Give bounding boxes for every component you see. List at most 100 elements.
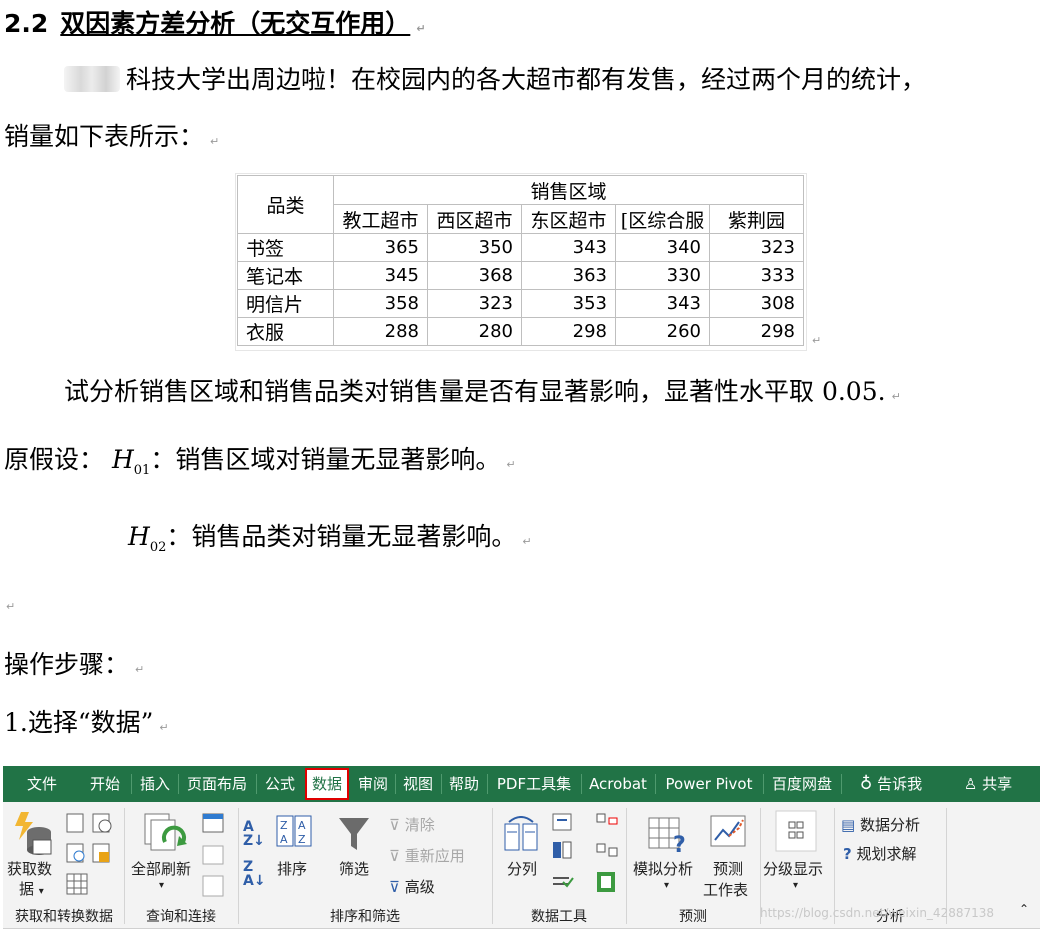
get-data-icon [15, 812, 52, 855]
clear-filter-button[interactable]: ⊽ 清除 [389, 814, 435, 835]
collapse-ribbon-icon[interactable]: ⌃ [1019, 902, 1029, 916]
solver-label: 规划求解 [856, 845, 917, 863]
tab-page-layout[interactable]: 页面布局 [180, 766, 254, 802]
chevron-down-icon[interactable]: ▾ [793, 880, 798, 891]
paragraph-mark-icon: ↵ [135, 663, 145, 676]
h-symbol: H [111, 445, 134, 474]
table-row: 明信片 358 323 353 343 308 [237, 289, 804, 318]
share-person-icon: ♙ [963, 775, 978, 793]
svg-text:Z: Z [280, 819, 288, 832]
share-label: 共享 [982, 775, 1013, 793]
tab-help[interactable]: 帮助 [443, 766, 485, 802]
paragraph-mark-icon: ↵ [159, 721, 169, 734]
table-cell: 323 [427, 289, 522, 318]
svg-text:?: ? [673, 833, 686, 854]
outline-button[interactable]: 分级显示 [763, 858, 823, 879]
row-label: 衣服 [237, 317, 334, 346]
tab-divider [178, 774, 179, 794]
table-cell: 260 [615, 317, 710, 346]
advanced-label: 高级 [404, 878, 435, 896]
reapply-icon: ⊽ [389, 847, 400, 865]
tell-me-button[interactable]: ♁ 告诉我 [849, 766, 933, 802]
tab-data[interactable]: 数据 [305, 768, 349, 800]
tab-divider [763, 774, 764, 794]
tab-pdf-tools[interactable]: PDF工具集 [489, 766, 579, 802]
tab-home[interactable]: 开始 [83, 766, 127, 802]
tab-view[interactable]: 视图 [397, 766, 439, 802]
table-cell: 340 [615, 233, 710, 262]
svg-text:A: A [280, 833, 288, 846]
filter-button[interactable]: 筛选 [339, 858, 369, 879]
paragraph-mark-icon: ↵ [506, 458, 516, 471]
table-cell: 323 [709, 233, 804, 262]
chevron-down-icon[interactable]: ▾ [664, 880, 669, 891]
tab-file[interactable]: 文件 [13, 766, 71, 802]
get-data-dropdown[interactable]: 据 ▾ [19, 878, 44, 899]
queries-connections-icons [202, 813, 224, 897]
tab-power-pivot[interactable]: Power Pivot [657, 766, 761, 802]
column-header: 紫荆园 [709, 204, 804, 234]
solver-button[interactable]: ? 规划求解 [843, 843, 917, 864]
h02-subscript: 02 [149, 540, 167, 555]
group-data-tools: 数据工具 [531, 909, 587, 925]
refresh-all-button[interactable]: 全部刷新 [131, 858, 191, 879]
blurred-name [64, 66, 120, 92]
row-header-cell: 品类 [237, 175, 334, 234]
watermark: https://blog.csdn.net/weixin_42887138 [760, 906, 995, 920]
forecast-sheet-button[interactable]: 预测 [713, 858, 743, 879]
paragraph-mark-icon: ↵ [210, 135, 220, 148]
reapply-button[interactable]: ⊽ 重新应用 [389, 845, 465, 866]
table-cell: 298 [709, 317, 804, 346]
tab-formulas[interactable]: 公式 [258, 766, 302, 802]
sort-label: 排序 [277, 860, 308, 878]
question-paragraph: 试分析销售区域和销售品类对销售量是否有显著影响，显著性水平取 0.05. ↵ [64, 372, 901, 408]
ribbon-tab-bar: 文件 开始 插入 页面布局 公式 数据 审阅 视图 帮助 PDF工具集 Acro… [3, 766, 1040, 802]
table-row: 衣服 288 280 298 260 298 [237, 317, 804, 346]
sort-button[interactable]: 排序 [277, 858, 307, 879]
advanced-filter-button[interactable]: ⊽ 高级 [389, 876, 435, 897]
tab-divider [655, 774, 656, 794]
svg-text:A: A [298, 819, 306, 832]
steps-heading: 操作步骤： ↵ [4, 645, 144, 681]
chevron-down-icon[interactable]: ▾ [159, 880, 164, 891]
tab-divider [256, 774, 257, 794]
tab-divider [487, 774, 488, 794]
h02-text: ：销售品类对销量无显著影响。 [166, 522, 517, 551]
tab-review[interactable]: 审阅 [353, 766, 393, 802]
data-tools-icons [552, 813, 618, 892]
intro-line-2-row: 销量如下表所示： ↵ [4, 117, 219, 153]
data-analysis-button[interactable]: ▤ 数据分析 [841, 814, 920, 835]
table-cell: 358 [333, 289, 428, 318]
tab-divider [841, 774, 842, 794]
table-cell: 288 [333, 317, 428, 346]
question-text: 试分析销售区域和销售品类对销售量是否有显著影响，显著性水平取 0.05. [64, 377, 886, 406]
section-title: 双因素方差分析（无交互作用） [60, 9, 411, 38]
forecast-sheet-icon [710, 815, 746, 847]
group-sort-filter: 排序和筛选 [330, 909, 400, 925]
table-cell: 280 [427, 317, 522, 346]
share-button[interactable]: ♙ 共享 [953, 766, 1023, 802]
forecast-label-1: 预测 [713, 860, 744, 878]
column-header: 西区超市 [427, 204, 522, 234]
text-to-columns-button[interactable]: 分列 [507, 858, 537, 879]
table-cell: 330 [615, 261, 710, 290]
table-cell: 298 [521, 317, 616, 346]
table-cell: 350 [427, 233, 522, 262]
table-cell: 343 [521, 233, 616, 262]
table-cell: 345 [333, 261, 428, 290]
sort-descending-icon[interactable]: Z A↓ [243, 860, 266, 888]
tab-insert[interactable]: 插入 [133, 766, 177, 802]
tab-acrobat[interactable]: Acrobat [583, 766, 653, 802]
intro-line-2: 销量如下表所示： [4, 122, 205, 151]
get-data-button[interactable]: 获取数 [7, 858, 52, 879]
refresh-all-label: 全部刷新 [131, 860, 192, 878]
group-get-transform: 获取和转换数据 [15, 909, 113, 925]
get-data-label: 获取数 [7, 860, 53, 878]
what-if-analysis-button[interactable]: 模拟分析 [633, 858, 693, 879]
forecast-sheet-label: 工作表 [703, 879, 748, 900]
hypothesis-1: 原假设： H01：销售区域对销量无显著影响。 ↵ [4, 440, 516, 478]
tab-baidu-netdisk[interactable]: 百度网盘 [765, 766, 839, 802]
sort-ascending-icon[interactable]: A Z↓ [243, 820, 265, 848]
step-1: 1.选择“数据” ↵ [4, 703, 169, 739]
table-cell: 368 [427, 261, 522, 290]
